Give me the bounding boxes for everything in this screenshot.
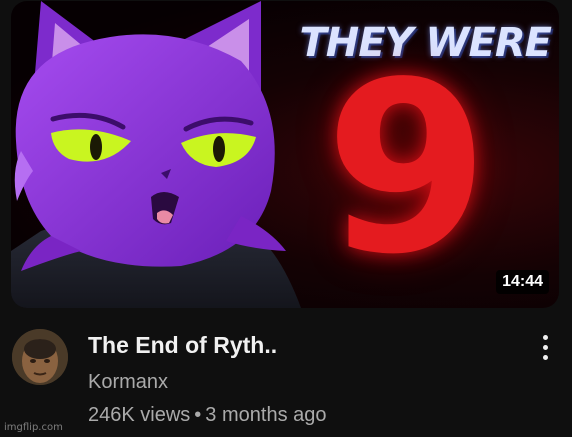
video-stats: 246K views • 3 months ago — [88, 403, 327, 427]
kebab-dot — [543, 335, 548, 340]
more-vert-icon[interactable] — [536, 332, 556, 364]
duration-badge: 14:44 — [496, 270, 549, 294]
video-card: THEY WERE 9 14:44 The End of Ryth.. Korm… — [0, 0, 572, 437]
kebab-dot — [543, 355, 548, 360]
upload-age: 3 months ago — [205, 404, 327, 426]
thumbnail-number: 9 — [324, 31, 490, 306]
view-count: 246K views — [88, 404, 191, 426]
channel-name[interactable]: Kormanx — [88, 370, 168, 394]
kebab-dot — [543, 345, 548, 350]
video-title[interactable]: The End of Ryth.. — [88, 331, 277, 359]
channel-avatar[interactable] — [12, 329, 68, 385]
video-thumbnail[interactable]: THEY WERE 9 14:44 — [11, 1, 559, 308]
stats-separator: • — [194, 404, 202, 426]
avatar-face-icon — [12, 329, 68, 385]
watermark: imgflip.com — [4, 422, 63, 433]
